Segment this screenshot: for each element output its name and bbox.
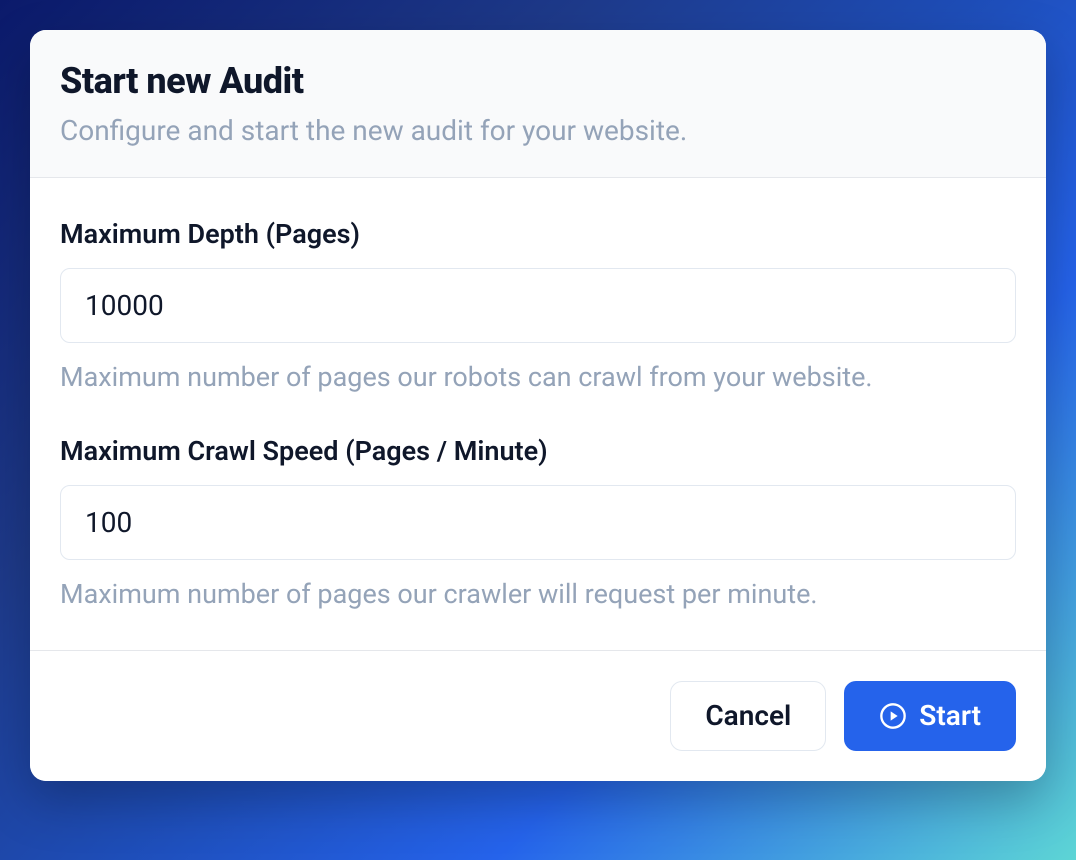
modal-body: Maximum Depth (Pages) Maximum number of … (30, 178, 1046, 650)
start-button[interactable]: Start (844, 681, 1016, 751)
modal-header: Start new Audit Configure and start the … (30, 30, 1046, 178)
audit-modal: Start new Audit Configure and start the … (30, 30, 1046, 781)
modal-footer: Cancel Start (30, 650, 1046, 781)
max-depth-input[interactable] (60, 268, 1016, 343)
max-speed-help: Maximum number of pages our crawler will… (60, 578, 1016, 610)
max-speed-label: Maximum Crawl Speed (Pages / Minute) (60, 435, 1016, 467)
start-button-label: Start (919, 702, 981, 730)
play-circle-icon (879, 702, 907, 730)
max-depth-group: Maximum Depth (Pages) Maximum number of … (60, 218, 1016, 393)
max-depth-label: Maximum Depth (Pages) (60, 218, 1016, 250)
modal-title: Start new Audit (60, 60, 1016, 102)
max-speed-group: Maximum Crawl Speed (Pages / Minute) Max… (60, 435, 1016, 610)
max-speed-input[interactable] (60, 485, 1016, 560)
cancel-button-label: Cancel (705, 702, 791, 730)
cancel-button[interactable]: Cancel (670, 681, 826, 751)
modal-subtitle: Configure and start the new audit for yo… (60, 114, 1016, 147)
max-depth-help: Maximum number of pages our robots can c… (60, 361, 1016, 393)
